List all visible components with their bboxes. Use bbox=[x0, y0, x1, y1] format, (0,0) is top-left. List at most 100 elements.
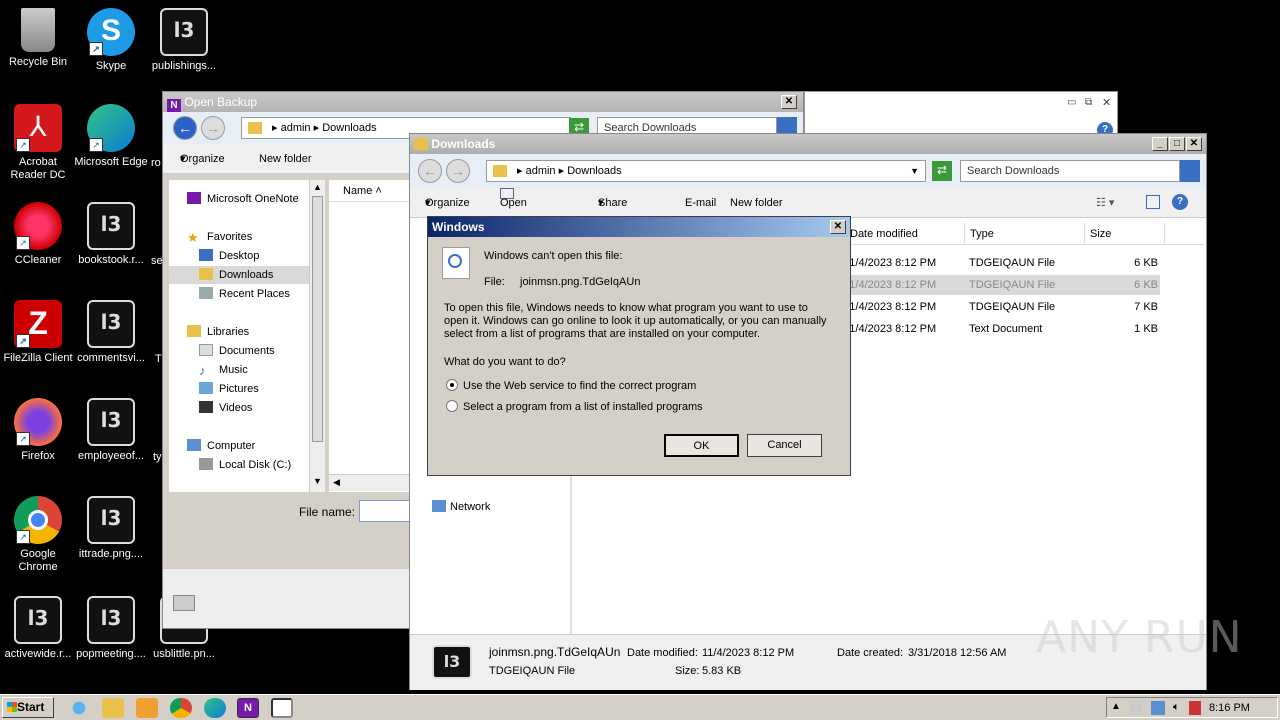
ok-button[interactable]: OK bbox=[664, 434, 739, 457]
radio-button-selected[interactable] bbox=[446, 379, 458, 391]
nav-item-computer[interactable]: Computer bbox=[187, 437, 255, 455]
nav-item-desktop[interactable]: Desktop bbox=[199, 247, 259, 265]
breadcrumb-admin[interactable]: admin bbox=[526, 165, 556, 177]
new-folder-button[interactable]: New folder bbox=[730, 188, 783, 218]
desktop-icon-filezilla[interactable]: Z ↗ FileZilla Client bbox=[0, 300, 76, 365]
ie-icon[interactable] bbox=[68, 698, 90, 718]
breadcrumb-admin[interactable]: admin bbox=[281, 122, 311, 134]
chevron-down-icon[interactable]: ▼ bbox=[910, 161, 919, 181]
preview-pane-icon[interactable] bbox=[1146, 195, 1160, 209]
nav-item-videos[interactable]: Videos bbox=[199, 399, 252, 417]
search-icon[interactable] bbox=[1180, 160, 1200, 182]
table-row-selected[interactable]: 11/4/2023 8:12 PM TDGEIQAUN File 6 KB bbox=[844, 275, 1160, 295]
nav-item-documents[interactable]: Documents bbox=[199, 342, 275, 360]
breadcrumb-downloads[interactable]: Downloads bbox=[322, 122, 376, 134]
explorer-icon[interactable] bbox=[102, 698, 124, 718]
column-header-type[interactable]: Type bbox=[970, 228, 994, 240]
scroll-up-icon[interactable]: ▲ bbox=[313, 182, 322, 192]
back-button[interactable]: ← bbox=[173, 116, 197, 140]
desktop-icon-skype[interactable]: S ↗ Skype bbox=[73, 8, 149, 73]
email-button[interactable]: E-mail bbox=[685, 188, 716, 218]
option-installed-programs[interactable]: Select a program from a list of installe… bbox=[446, 400, 703, 413]
nav-item-local-disk[interactable]: Local Disk (C:) bbox=[199, 456, 291, 474]
desktop-icon-label: FileZilla Client bbox=[3, 352, 73, 364]
address-bar[interactable]: ▸ admin ▸ Downloads ▼ bbox=[486, 160, 926, 182]
scroll-down-icon[interactable]: ▼ bbox=[313, 476, 322, 486]
nav-item-pictures[interactable]: Pictures bbox=[199, 380, 259, 398]
breadcrumb-downloads[interactable]: Downloads bbox=[567, 165, 621, 177]
desktop-icon-employeeof[interactable]: l3 employeeof... bbox=[73, 398, 149, 463]
desktop-icon-ccleaner[interactable]: ↗ CCleaner bbox=[0, 202, 76, 267]
nav-item-favorites[interactable]: ★ Favorites bbox=[187, 228, 252, 246]
table-row[interactable]: 11/4/2023 8:12 PM TDGEIQAUN File 6 KB bbox=[844, 253, 1160, 273]
dialog-titlebar[interactable]: Windows ✕ bbox=[428, 217, 850, 237]
back-button[interactable]: ← bbox=[418, 159, 442, 183]
desktop-icon-chrome[interactable]: ↗ Google Chrome bbox=[0, 496, 76, 574]
refresh-icon[interactable]: ⇄ bbox=[932, 161, 952, 181]
open-backup-titlebar[interactable]: N Open Backup ✕ bbox=[163, 92, 803, 113]
option-web-service[interactable]: Use the Web service to find the correct … bbox=[446, 379, 696, 392]
desktop-icon-firefox[interactable]: ↗ Firefox bbox=[0, 398, 76, 463]
start-button[interactable]: Start bbox=[2, 697, 54, 718]
nav-item-network[interactable]: Network bbox=[432, 500, 490, 513]
edge-icon[interactable] bbox=[204, 698, 226, 718]
tray-expand-icon[interactable]: ▲ bbox=[1111, 701, 1121, 712]
file-taskbar-icon[interactable] bbox=[271, 698, 293, 718]
close-button[interactable]: ✕ bbox=[781, 95, 797, 109]
scroll-left-icon[interactable]: ◀ bbox=[333, 477, 340, 488]
nav-label: Computer bbox=[207, 440, 256, 452]
row-type: TDGEIQAUN File bbox=[969, 279, 1056, 291]
column-header-date[interactable]: Date modified bbox=[850, 228, 918, 240]
action-center-icon[interactable] bbox=[1129, 701, 1143, 715]
close-button[interactable]: ✕ bbox=[1186, 137, 1202, 151]
desktop-icon-commentsvi[interactable]: l3 commentsvi... bbox=[73, 300, 149, 365]
search-input[interactable]: Search Downloads bbox=[960, 160, 1180, 182]
desktop-icon-activewide[interactable]: l3 activewide.r... bbox=[0, 596, 76, 661]
desktop-icon-publishings[interactable]: l3 publishings... bbox=[146, 8, 222, 73]
chrome-icon[interactable] bbox=[170, 698, 192, 718]
forward-button[interactable]: → bbox=[446, 159, 470, 183]
desktop-icon-recycle-bin[interactable]: Recycle Bin bbox=[0, 8, 76, 69]
column-header-name[interactable]: Name ˄ bbox=[329, 180, 409, 202]
table-row[interactable]: 11/4/2023 8:12 PM TDGEIQAUN File 7 KB bbox=[844, 297, 1160, 317]
forward-button[interactable]: → bbox=[201, 116, 225, 140]
share-with-button[interactable]: Share with ▾ bbox=[598, 188, 627, 239]
radio-button[interactable] bbox=[446, 400, 458, 412]
volume-icon[interactable]: 🔈︎ bbox=[1173, 701, 1180, 714]
nav-scrollbar[interactable]: ▲ ▼ bbox=[309, 180, 325, 492]
desktop-icon-popmeeting[interactable]: l3 popmeeting.... bbox=[73, 596, 149, 661]
nav-item-recent[interactable]: Recent Places bbox=[199, 285, 290, 303]
desktop-icon-ittrade[interactable]: l3 ittrade.png.... bbox=[73, 496, 149, 561]
table-row[interactable]: 11/4/2023 8:12 PM Text Document 1 KB bbox=[844, 319, 1160, 339]
organize-button[interactable]: Organize ▾ bbox=[180, 144, 225, 174]
desktop-icon-acrobat[interactable]: ⅄ ↗ Acrobat Reader DC bbox=[0, 104, 76, 182]
security-icon[interactable] bbox=[1189, 701, 1201, 715]
nav-item-music[interactable]: ♪ Music bbox=[199, 361, 248, 379]
nav-item-libraries[interactable]: Libraries bbox=[187, 323, 249, 341]
taskbar: Start N ▲ 🔈︎ 8:16 PM bbox=[0, 694, 1280, 720]
network-tray-icon[interactable] bbox=[1151, 701, 1165, 715]
downloads-titlebar[interactable]: Downloads _ □ ✕ bbox=[410, 134, 1206, 154]
media-player-icon[interactable] bbox=[136, 698, 158, 718]
hscrollbar[interactable]: ◀ bbox=[329, 474, 409, 491]
column-header-size[interactable]: Size bbox=[1090, 228, 1111, 240]
minimize-icon[interactable]: ▭ bbox=[1067, 97, 1076, 108]
minimize-button[interactable]: _ bbox=[1152, 137, 1168, 151]
onenote-taskbar-icon[interactable]: N bbox=[237, 698, 259, 718]
help-icon[interactable]: ? bbox=[1172, 194, 1188, 210]
new-folder-button[interactable]: New folder bbox=[259, 144, 312, 174]
restore-icon[interactable]: ⧉ bbox=[1085, 97, 1092, 108]
desktop-icon-bookstook[interactable]: l3 bookstook.r... bbox=[73, 202, 149, 267]
organize-button[interactable]: Organize ▾ bbox=[425, 188, 470, 218]
close-button[interactable]: ✕ bbox=[830, 220, 846, 234]
clock[interactable]: 8:16 PM bbox=[1209, 702, 1250, 714]
nav-item-onenote[interactable]: Microsoft OneNote bbox=[187, 190, 299, 208]
close-icon[interactable]: ✕ bbox=[1102, 96, 1111, 109]
partial-label: ty bbox=[153, 451, 162, 463]
view-options-icon[interactable]: ☷ ▾ bbox=[1096, 188, 1114, 218]
maximize-button[interactable]: □ bbox=[1169, 137, 1185, 151]
scroll-thumb[interactable] bbox=[312, 196, 323, 442]
desktop-icon-edge[interactable]: ↗ Microsoft Edge bbox=[73, 104, 149, 169]
cancel-button[interactable]: Cancel bbox=[747, 434, 822, 457]
nav-item-downloads[interactable]: Downloads bbox=[169, 266, 309, 284]
